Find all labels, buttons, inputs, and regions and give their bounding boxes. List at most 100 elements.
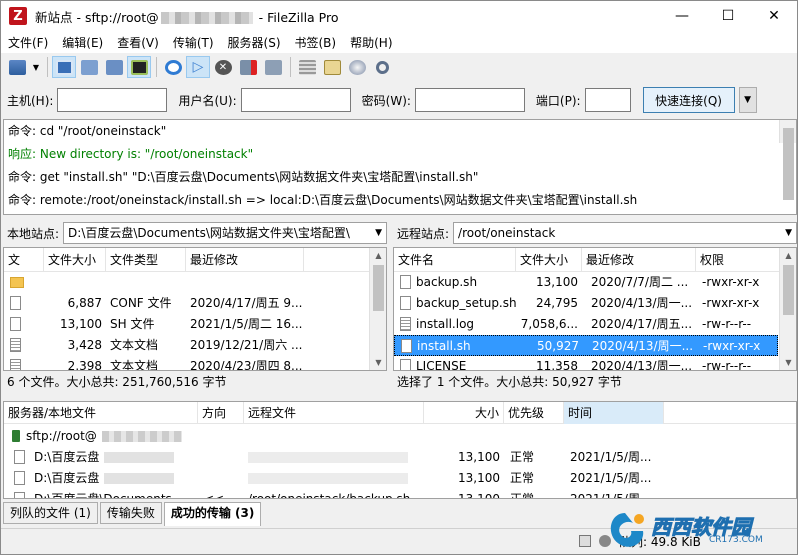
redacted-text [104,452,174,463]
scroll-up-arrow[interactable]: ▲ [780,248,796,263]
message-log[interactable]: 命令: cd "/root/oneinstack" 响应: New direct… [3,119,797,215]
remote-col-permissions[interactable]: 权限 [696,248,782,272]
remote-col-name[interactable]: 文件名 [394,248,516,272]
menu-server[interactable]: 服务器(S) [221,34,288,51]
menu-view[interactable]: 查看(V) [110,34,166,51]
server-icon [12,430,20,442]
queue-row[interactable]: D:\百度云盘 13,100 正常 2021/1/5/周... [4,468,796,489]
local-file-row[interactable]: 13,100 SH 文件 2021/1/5/周二 16... [4,314,386,335]
scroll-up-arrow[interactable]: ▲ [370,248,386,263]
transfer-queue-icon [130,59,148,75]
minimize-button[interactable]: — [659,1,705,31]
toggle-local-tree-button[interactable] [77,56,101,78]
menu-file[interactable]: 文件(F) [1,34,55,51]
quickconnect-button[interactable]: 快速连接(Q) [642,87,735,113]
remote-file-row[interactable]: LICENSE 11,358 2020/4/13/周一... -rw-r--r-… [394,356,796,370]
local-col-modified[interactable]: 最近修改 [186,248,304,272]
toggle-log-button[interactable] [52,56,76,78]
port-label: 端口(P): [535,93,581,108]
file-icon [14,468,29,489]
transfer-queue[interactable]: 服务器/本地文件 方向 远程文件 大小 优先级 时间 sftp://root@ … [3,401,797,499]
port-input[interactable] [584,88,631,112]
local-file-list[interactable]: 文 文件大小 文件类型 最近修改 6,887 CONF 文件 2020/4/17… [3,247,387,371]
local-file-row[interactable]: 2,398 文本文档 2020/4/23/周四 8... [4,356,386,370]
directory-listing-filter-button[interactable] [295,56,319,78]
remote-site-bar: 远程站点: /root/oneinstack ▼ [393,221,797,245]
cancel-button[interactable]: ✕ [211,56,235,78]
queue-col-time[interactable]: 时间 [564,402,664,424]
lock-icon [579,535,591,547]
redacted-server [102,431,182,442]
local-path-combobox[interactable]: D:\百度云盘\Documents\网站数据文件夹\宝塔配置\ ▼ [63,222,387,244]
reconnect-button[interactable] [261,56,285,78]
host-label: 主机(H): [7,93,54,108]
queue-col-priority[interactable]: 优先级 [504,402,564,424]
file-icon [10,314,25,335]
cancel-icon: ✕ [214,59,232,75]
sync-browsing-button[interactable] [345,56,369,78]
remote-path-combobox[interactable]: /root/oneinstack ▼ [453,222,797,244]
menu-bookmarks[interactable]: 书签(B) [288,34,344,51]
tab-failed-transfers[interactable]: 传输失败 [99,502,162,524]
local-col-type[interactable]: 文件类型 [106,248,186,272]
remote-col-size[interactable]: 文件大小 [516,248,582,272]
remote-file-row-selected[interactable]: install.sh 50,927 2020/4/13/周一... -rwxr-… [394,335,778,356]
remote-scrollbar-thumb[interactable] [783,265,794,315]
log-line: 命令: get "install.sh" "D:\百度云盘\Documents\… [8,170,479,184]
host-input[interactable] [57,88,168,112]
remote-file-row[interactable]: backup_setup.sh 24,795 2020/4/13/周一... -… [394,293,796,314]
site-manager-dropdown[interactable]: ▼ [30,56,42,78]
remote-file-list[interactable]: 文件名 文件大小 最近修改 权限 backup.sh 13,100 2020/7… [393,247,797,371]
queue-server-row[interactable]: sftp://root@ [4,426,796,447]
filezilla-window: Z 新站点 - sftp://root@ - FileZilla Pro — ☐… [0,0,798,555]
search-button[interactable] [370,56,394,78]
password-input[interactable] [414,88,525,112]
site-manager-button[interactable] [5,56,29,78]
local-file-row[interactable]: 3,428 文本文档 2019/12/21/周六 ... [4,335,386,356]
filezilla-logo-icon: Z [9,7,27,25]
queue-col-size[interactable]: 大小 [424,402,504,424]
refresh-icon [164,59,182,75]
queue-col-remote[interactable]: 远程文件 [244,402,424,424]
process-queue-button[interactable]: ▷ [186,56,210,78]
remote-list-scrollbar[interactable]: ▲ ▼ [779,248,796,370]
queue-col-direction[interactable]: 方向 [198,402,244,424]
remote-file-row[interactable]: backup.sh 13,100 2020/7/7/周二 ... -rwxr-x… [394,272,796,293]
queue-row[interactable]: D:\百度云盘\Documents << /root/oneinstack/ba… [4,489,796,498]
local-list-scrollbar[interactable]: ▲ ▼ [369,248,386,370]
queue-col-local[interactable]: 服务器/本地文件 [4,402,198,424]
close-button[interactable]: ✕ [751,1,797,31]
watermark: 西西软件园 CR173.COM [603,507,793,551]
username-input[interactable] [240,88,351,112]
toolbar-separator [156,57,157,77]
queue-row[interactable]: D:\百度云盘 13,100 正常 2021/1/5/周... [4,447,796,468]
chevron-down-icon[interactable]: ▼ [375,223,382,243]
menu-transfer[interactable]: 传输(T) [166,34,221,51]
tab-successful-transfers[interactable]: 成功的传输 (3) [163,502,262,526]
disconnect-button[interactable] [236,56,260,78]
compare-button[interactable] [320,56,344,78]
log-scrollbar-thumb[interactable] [783,128,794,200]
local-col-name[interactable]: 文 [4,248,44,272]
remote-col-modified[interactable]: 最近修改 [582,248,696,272]
maximize-button[interactable]: ☐ [705,1,751,31]
menu-help[interactable]: 帮助(H) [343,34,399,51]
local-file-row[interactable]: 6,887 CONF 文件 2020/4/17/周五 9... [4,293,386,314]
scroll-down-arrow[interactable]: ▼ [780,355,796,370]
refresh-button[interactable] [161,56,185,78]
toggle-queue-button[interactable] [127,56,151,78]
menu-edit[interactable]: 编辑(E) [55,34,110,51]
local-list-header: 文 文件大小 文件类型 最近修改 [4,248,386,272]
toggle-remote-tree-button[interactable] [102,56,126,78]
tab-queued-files[interactable]: 列队的文件 (1) [3,502,98,524]
log-scrollbar[interactable] [779,120,796,200]
scroll-down-arrow[interactable]: ▼ [370,355,386,370]
local-scrollbar-thumb[interactable] [373,265,384,311]
remote-file-row[interactable]: install.log 7,058,6... 2020/4/17/周五... -… [394,314,796,335]
local-col-size[interactable]: 文件大小 [44,248,106,272]
remote-list-header: 文件名 文件大小 最近修改 权限 [394,248,796,272]
chevron-down-icon[interactable]: ▼ [785,223,792,243]
redacted-text [104,473,174,484]
quickconnect-history-dropdown[interactable]: ▼ [738,87,757,113]
local-file-row[interactable] [4,272,386,293]
